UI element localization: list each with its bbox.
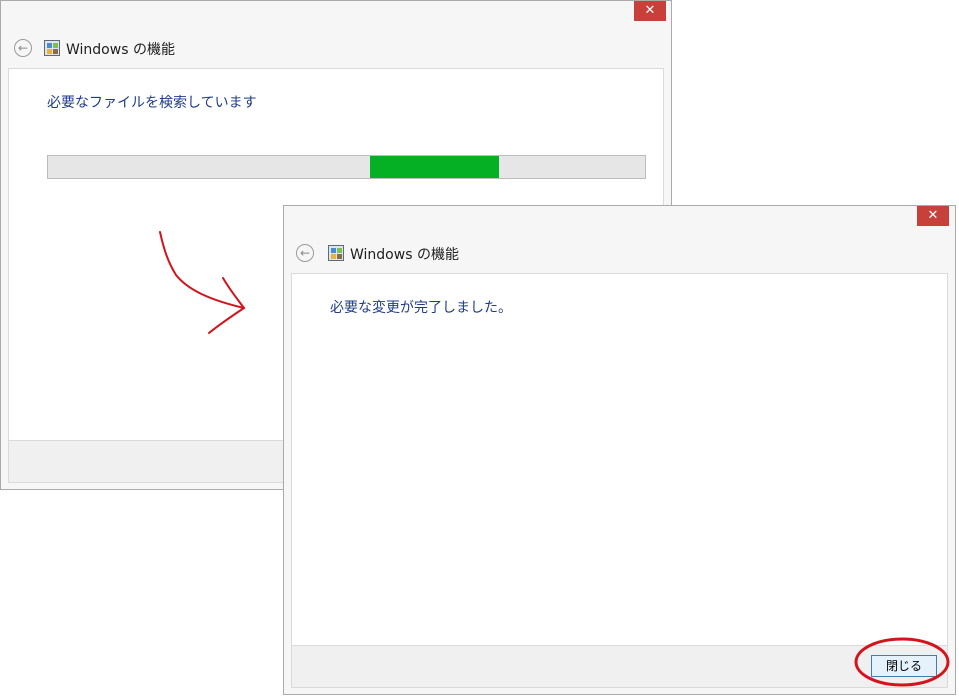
screenshot-stage: ✕ ← Windows の機能 必要なファイルを検索しています ✕ ← Wind…: [0, 0, 959, 699]
windows-features-icon: [328, 245, 344, 261]
close-icon[interactable]: ✕: [634, 1, 666, 21]
window-title: Windows の機能: [66, 42, 175, 58]
content-pane: 必要な変更が完了しました。: [291, 273, 948, 646]
progress-bar-fill: [370, 156, 499, 178]
progress-bar: [47, 155, 646, 179]
dialog-footer: 閉じる: [291, 646, 948, 688]
back-arrow-icon[interactable]: ←: [296, 244, 314, 262]
close-icon[interactable]: ✕: [917, 206, 949, 226]
windows-features-dialog-complete: ✕ ← Windows の機能 必要な変更が完了しました。 閉じる: [283, 205, 956, 695]
window-title: Windows の機能: [350, 247, 459, 263]
status-text: 必要なファイルを検索しています: [47, 95, 257, 111]
windows-features-icon: [44, 40, 60, 56]
close-button[interactable]: 閉じる: [871, 655, 937, 677]
status-text: 必要な変更が完了しました。: [330, 300, 512, 316]
back-arrow-icon[interactable]: ←: [14, 39, 32, 57]
